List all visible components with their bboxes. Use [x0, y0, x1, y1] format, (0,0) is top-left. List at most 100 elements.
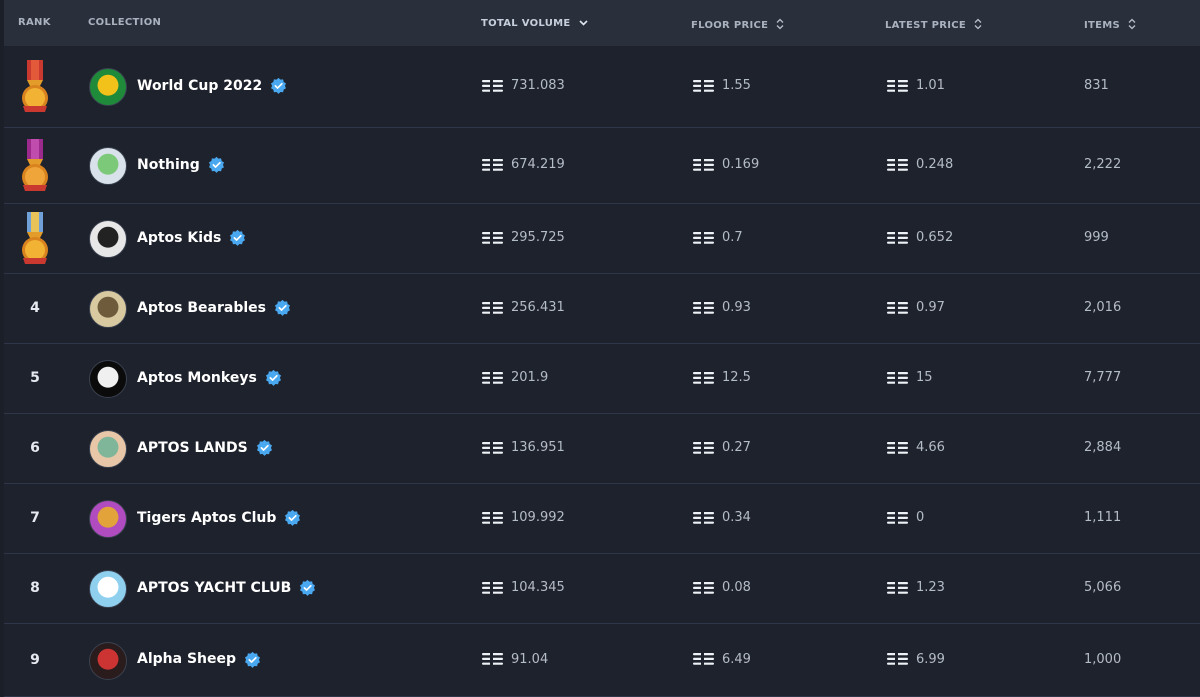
collection-name-label: World Cup 2022: [137, 77, 263, 94]
total-volume-cell-value: 104.345: [511, 580, 565, 595]
items-cell-value: 2,016: [1084, 300, 1122, 315]
table-row[interactable]: 6 APTOS LANDS 136.951 0.27 4.66 2,884: [4, 414, 1200, 484]
verified-badge-icon: [256, 439, 273, 456]
items-cell: 1,111: [1084, 510, 1121, 525]
table-header: RANK COLLECTION TOTAL VOLUME FLOOR PRICE…: [4, 0, 1200, 46]
items-cell: 2,016: [1084, 300, 1121, 315]
aptos-token-icon: [693, 440, 714, 455]
chevron-down-icon: [578, 19, 588, 29]
latest-price-cell: 6.99: [887, 652, 945, 667]
items-cell-value: 1,000: [1084, 651, 1122, 667]
collection-name-label: Alpha Sheep: [137, 651, 237, 667]
collection-name[interactable]: Tigers Aptos Club: [137, 509, 301, 526]
aptos-token-icon: [693, 652, 714, 666]
table-row[interactable]: Aptos Kids 295.725 0.7 0.652 999: [4, 204, 1200, 274]
table-row[interactable]: 4 Aptos Bearables 256.431 0.93 0.97 2,016: [4, 274, 1200, 344]
total-volume-cell-value: 201.9: [511, 370, 549, 385]
latest-price-cell: 0: [887, 510, 924, 525]
verified-badge-icon: [270, 77, 287, 94]
collection-avatar[interactable]: [89, 430, 127, 468]
table-row[interactable]: World Cup 2022 731.083 1.55 1.01 831: [4, 46, 1200, 128]
floor-price-cell-value: 0.34: [722, 510, 751, 525]
floor-price-cell: 12.5: [693, 370, 751, 385]
collection-name[interactable]: World Cup 2022: [137, 77, 287, 94]
table-row[interactable]: 5 Aptos Monkeys 201.9 12.5 15 7,777: [4, 344, 1200, 414]
items-cell: 999: [1084, 230, 1109, 245]
header-total-volume[interactable]: TOTAL VOLUME: [481, 18, 588, 29]
collection-avatar[interactable]: [89, 290, 127, 328]
latest-price-cell: 0.248: [887, 157, 953, 172]
table-row[interactable]: 7 Tigers Aptos Club 109.992 0.34 0 1,111: [4, 484, 1200, 554]
floor-price-cell: 1.55: [693, 78, 751, 93]
aptos-token-icon: [887, 440, 908, 455]
total-volume-cell-value: 109.992: [511, 510, 565, 525]
rank-number: 4: [30, 300, 40, 316]
items-cell-value: 2,222: [1084, 157, 1122, 172]
aptos-token-icon: [482, 370, 503, 385]
items-cell-value: 1,111: [1084, 510, 1122, 525]
collection-avatar[interactable]: [89, 68, 127, 106]
collection-avatar[interactable]: [89, 500, 127, 538]
floor-price-cell-value: 0.169: [722, 157, 760, 172]
rank-number: 7: [30, 510, 40, 526]
aptos-token-icon: [887, 580, 908, 595]
header-latest-price[interactable]: LATEST PRICE: [885, 18, 982, 33]
total-volume-cell: 91.04: [482, 652, 548, 667]
collection-name[interactable]: Aptos Monkeys: [137, 369, 282, 386]
floor-price-cell: 0.27: [693, 440, 751, 455]
floor-price-cell: 0.7: [693, 230, 743, 245]
collection-name[interactable]: Aptos Kids: [137, 229, 246, 246]
collection-name[interactable]: Aptos Bearables: [137, 299, 291, 316]
header-floor-price[interactable]: FLOOR PRICE: [691, 18, 784, 33]
collection-avatar[interactable]: [89, 570, 127, 608]
aptos-token-icon: [887, 510, 908, 525]
latest-price-cell-value: 15: [916, 370, 933, 385]
latest-price-cell-value: 0.97: [916, 300, 945, 315]
total-volume-cell: 256.431: [482, 300, 565, 315]
aptos-token-icon: [887, 230, 908, 245]
table-row[interactable]: 9 Alpha Sheep 91.04 6.49 6.99 1,000: [4, 624, 1200, 697]
items-cell: 2,222: [1084, 157, 1121, 172]
items-cell-value: 5,066: [1084, 580, 1122, 595]
collection-name[interactable]: Nothing: [137, 156, 225, 173]
total-volume-cell-value: 295.725: [511, 230, 565, 245]
collection-avatar[interactable]: [89, 220, 127, 258]
total-volume-cell: 674.219: [482, 157, 565, 172]
aptos-token-icon: [887, 300, 908, 315]
latest-price-cell-value: 6.99: [916, 651, 945, 667]
verified-badge-icon: [229, 229, 246, 246]
latest-price-cell-value: 0: [916, 510, 925, 525]
latest-price-cell-value: 0.248: [916, 157, 954, 172]
latest-price-cell-value: 4.66: [916, 440, 945, 455]
verified-badge-icon: [244, 651, 261, 668]
total-volume-cell: 136.951: [482, 440, 565, 455]
verified-badge-icon: [208, 156, 225, 173]
total-volume-cell-value: 91.04: [511, 651, 549, 667]
items-cell: 7,777: [1084, 370, 1121, 385]
collection-avatar[interactable]: [89, 360, 127, 398]
sort-icon: [776, 18, 784, 33]
verified-badge-icon: [299, 579, 316, 596]
latest-price-cell-value: 1.01: [916, 78, 945, 93]
table-row[interactable]: 8 APTOS YACHT CLUB 104.345 0.08 1.23 5,066: [4, 554, 1200, 624]
aptos-token-icon: [887, 157, 908, 172]
floor-price-cell-value: 1.55: [722, 78, 751, 93]
items-cell: 1,000: [1084, 652, 1121, 667]
aptos-token-icon: [482, 300, 503, 315]
aptos-token-icon: [482, 652, 503, 666]
sort-icon: [1128, 18, 1136, 33]
collection-name-label: APTOS LANDS: [137, 439, 248, 456]
collection-name[interactable]: APTOS YACHT CLUB: [137, 579, 316, 596]
collection-avatar[interactable]: [89, 641, 127, 680]
aptos-token-icon: [693, 300, 714, 315]
aptos-token-icon: [482, 580, 503, 595]
floor-price-cell-value: 0.08: [722, 580, 751, 595]
collection-avatar[interactable]: [89, 147, 127, 185]
table-row[interactable]: Nothing 674.219 0.169 0.248 2,222: [4, 128, 1200, 204]
rank-number: 8: [30, 580, 40, 596]
floor-price-cell-value: 0.93: [722, 300, 751, 315]
collection-name[interactable]: Alpha Sheep: [137, 651, 261, 668]
rank-number: 5: [30, 370, 40, 386]
collection-name[interactable]: APTOS LANDS: [137, 439, 273, 456]
header-items[interactable]: ITEMS: [1084, 18, 1136, 33]
